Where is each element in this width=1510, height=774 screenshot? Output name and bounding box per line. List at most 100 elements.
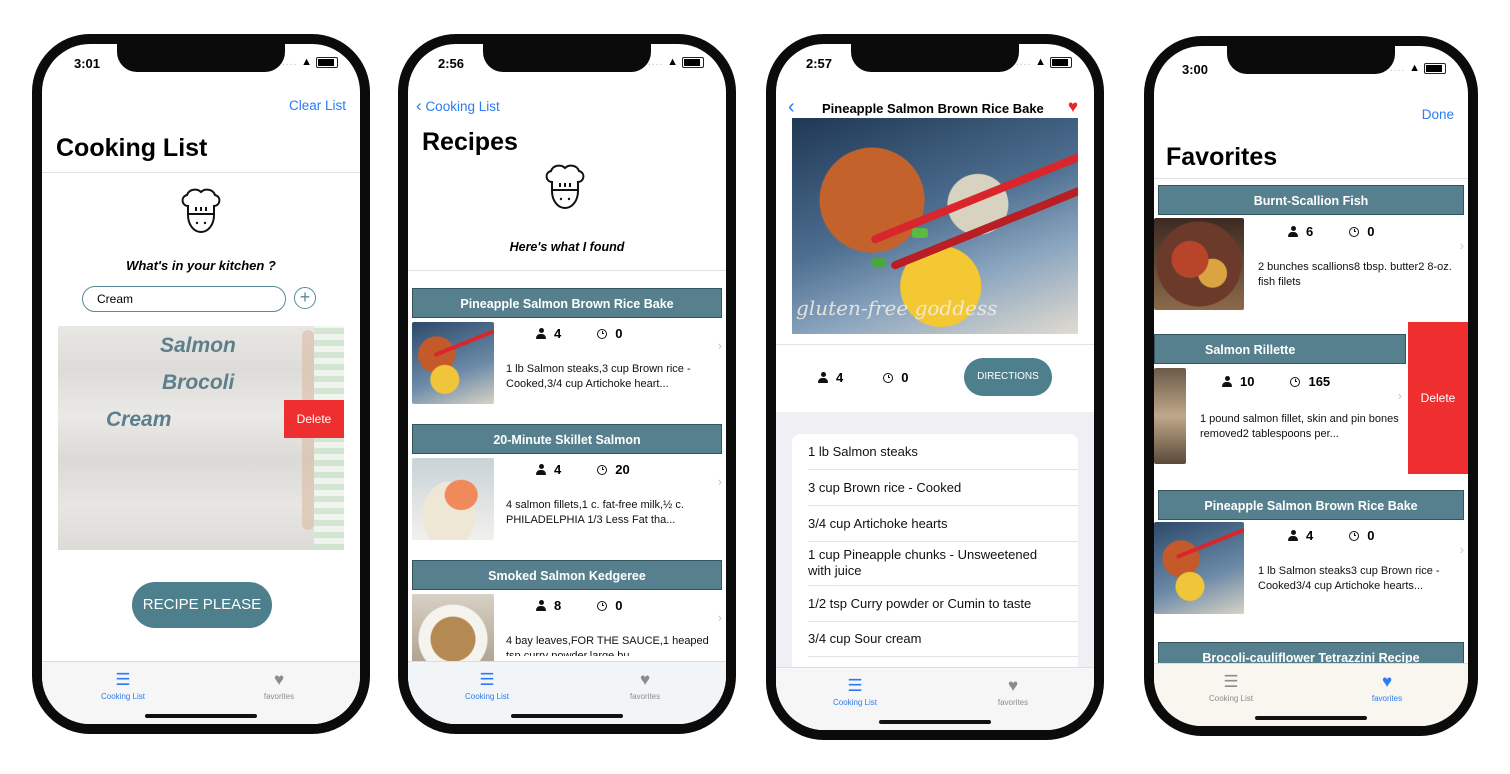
back-button[interactable]: ‹	[788, 96, 795, 119]
image-watermark: gluten-free goddess	[796, 296, 998, 320]
list-item[interactable]: Brocoli	[162, 371, 234, 395]
notch	[851, 44, 1019, 72]
favorite-heart-icon[interactable]: ♥	[1068, 97, 1078, 117]
status-time: 2:57	[806, 56, 833, 71]
tab-cooking-list[interactable]: ☰ Cooking List	[1186, 672, 1276, 703]
chef-icon	[174, 186, 228, 240]
heart-icon: ♥	[273, 670, 285, 689]
clock-icon	[597, 600, 608, 611]
divider	[808, 505, 1078, 506]
recipe-stats: 8 0	[536, 598, 622, 613]
person-icon	[1222, 376, 1232, 387]
ingredient-item: 1 lb Salmon steaks	[808, 444, 918, 459]
favorite-header[interactable]: Pineapple Salmon Brown Rice Bake	[1158, 490, 1464, 520]
clock-icon	[597, 328, 608, 339]
tab-cooking-list[interactable]: ☰ Cooking List	[78, 670, 168, 701]
page-title: Recipes	[422, 128, 518, 156]
servings-count: 10	[1240, 374, 1255, 389]
tab-favorites[interactable]: ♥ favorites	[600, 670, 690, 701]
cook-time: 0	[901, 370, 909, 385]
favorite-swiped-row[interactable]: Salmon Rillette 10 165 1 pound salmon fi…	[1154, 322, 1468, 474]
tab-cooking-list[interactable]: ☰ Cooking List	[442, 670, 532, 701]
recipe-please-button[interactable]: RECIPE PLEASE	[132, 582, 272, 628]
plus-circle-icon[interactable]: +	[294, 287, 316, 309]
delete-button[interactable]: Delete	[284, 400, 344, 438]
list-icon: ☰	[847, 676, 863, 695]
tab-cooking-list[interactable]: ☰ Cooking List	[810, 676, 900, 707]
cook-time: 20	[615, 462, 630, 477]
recipe-stats: 4 0	[1288, 528, 1374, 543]
person-icon	[536, 328, 546, 339]
tab-favorites[interactable]: ♥ favorites	[968, 676, 1058, 707]
results-subtitle: Here's what I found	[509, 240, 625, 254]
clear-list-button[interactable]: Clear List	[289, 98, 346, 113]
directions-button[interactable]: DIRECTIONS	[964, 358, 1052, 396]
list-icon: ☰	[479, 670, 495, 689]
recipe-description: 4 bay leaves,FOR THE SAUCE,1 heaped tsp …	[506, 635, 709, 656]
heart-icon: ♥	[639, 670, 651, 689]
recipe-card[interactable]: 4 20 4 salmon fillets,1 c. fat-free milk…	[408, 454, 726, 546]
tab-label: Cooking List	[832, 698, 878, 707]
recipe-stats: 4 20	[536, 462, 630, 477]
status-time: 3:01	[74, 56, 101, 71]
list-icon: ☰	[115, 670, 131, 689]
ingredient-item: 1/2 tsp Curry powder or Cumin to taste	[808, 596, 1032, 611]
phone-recipes: 2:56 .... ▲ ‹ Cooking List Recipes Here's…	[398, 34, 736, 734]
screen-favorites: 3:00 .... ▲ Done Favorites Burnt-Scallion…	[1154, 46, 1468, 726]
clock-icon	[883, 372, 894, 383]
recipe-image	[412, 322, 494, 404]
favorite-header[interactable]: Salmon Rillette	[1154, 334, 1406, 364]
list-item[interactable]: Cream	[106, 408, 171, 432]
divider	[808, 621, 1078, 622]
recipe-card[interactable]: 4 0 1 lb Salmon steaks,3 cup Brown rice …	[408, 318, 726, 410]
heart-icon: ♥	[1381, 672, 1393, 691]
cook-time: 0	[615, 598, 623, 613]
divider	[808, 541, 1078, 542]
tab-label: Cooking List	[1208, 694, 1254, 703]
divider	[808, 656, 1078, 657]
tab-label: favorites	[1371, 694, 1403, 703]
ingredient-input[interactable]: Cream	[82, 286, 286, 312]
list-item[interactable]: Salmon	[160, 334, 236, 358]
person-icon	[818, 372, 828, 383]
tab-favorites[interactable]: ♥ favorites	[234, 670, 324, 701]
recipe-header[interactable]: 20-Minute Skillet Salmon	[412, 424, 722, 454]
status-time: 3:00	[1182, 62, 1209, 77]
tab-favorites[interactable]: ♥ favorites	[1342, 672, 1432, 703]
recipe-stats: 4 0	[536, 326, 622, 341]
servings-count: 4	[554, 326, 562, 341]
favorite-header[interactable]: Burnt-Scallion Fish	[1158, 185, 1464, 215]
recipe-header[interactable]: Pineapple Salmon Brown Rice Bake	[412, 288, 722, 318]
tab-label: favorites	[629, 692, 661, 701]
chevron-right-icon: ›	[717, 610, 722, 625]
chevron-right-icon: ›	[1459, 238, 1464, 253]
cook-time: 0	[1367, 528, 1375, 543]
chevron-right-icon: ›	[1459, 542, 1464, 557]
servings-count: 4	[1306, 528, 1314, 543]
recipe-description: 4 salmon fillets,1 c. fat-free milk,½ c.…	[506, 499, 684, 526]
recipe-description: 2 bunches scallions8 tbsp. butter2 8-oz.…	[1258, 261, 1452, 288]
ingredient-item: 1 cup Pineapple chunks - Unsweetened wit…	[808, 547, 1038, 578]
recipe-image	[1154, 522, 1244, 614]
status-icons: .... ▲	[648, 56, 704, 68]
done-button[interactable]: Done	[1422, 107, 1454, 122]
cook-time: 165	[1308, 374, 1331, 389]
status-icons: .... ▲	[1390, 62, 1446, 74]
kitchen-prompt: What's in your kitchen ?	[126, 258, 276, 273]
cook-time: 0	[1367, 224, 1375, 239]
back-button[interactable]: ‹ Cooking List	[416, 96, 500, 116]
screen-recipes: 2:56 .... ▲ ‹ Cooking List Recipes Here's…	[408, 44, 726, 724]
wifi-icon: ▲	[1409, 62, 1420, 74]
page-title: Favorites	[1166, 143, 1278, 171]
ingredient-item: 3/4 cup Artichoke hearts	[808, 516, 948, 531]
delete-button[interactable]: Delete	[1408, 322, 1468, 474]
page-title: Cooking List	[56, 134, 208, 162]
ingredients-list: 1 lb Salmon steaks 3 cup Brown rice - Co…	[792, 434, 1078, 668]
favorite-card[interactable]: 4 0 1 lb Salmon steaks3 cup Brown rice -…	[1154, 520, 1468, 614]
phone-cooking-list: 3:01 .... ▲ Clear List Cooking List What'…	[32, 34, 370, 734]
wifi-icon: ▲	[1035, 56, 1046, 68]
favorite-card[interactable]: 6 0 2 bunches scallions8 tbsp. butter2 8…	[1154, 216, 1468, 310]
battery-icon	[316, 56, 338, 68]
recipe-header[interactable]: Smoked Salmon Kedgeree	[412, 560, 722, 590]
servings-count: 8	[554, 598, 562, 613]
